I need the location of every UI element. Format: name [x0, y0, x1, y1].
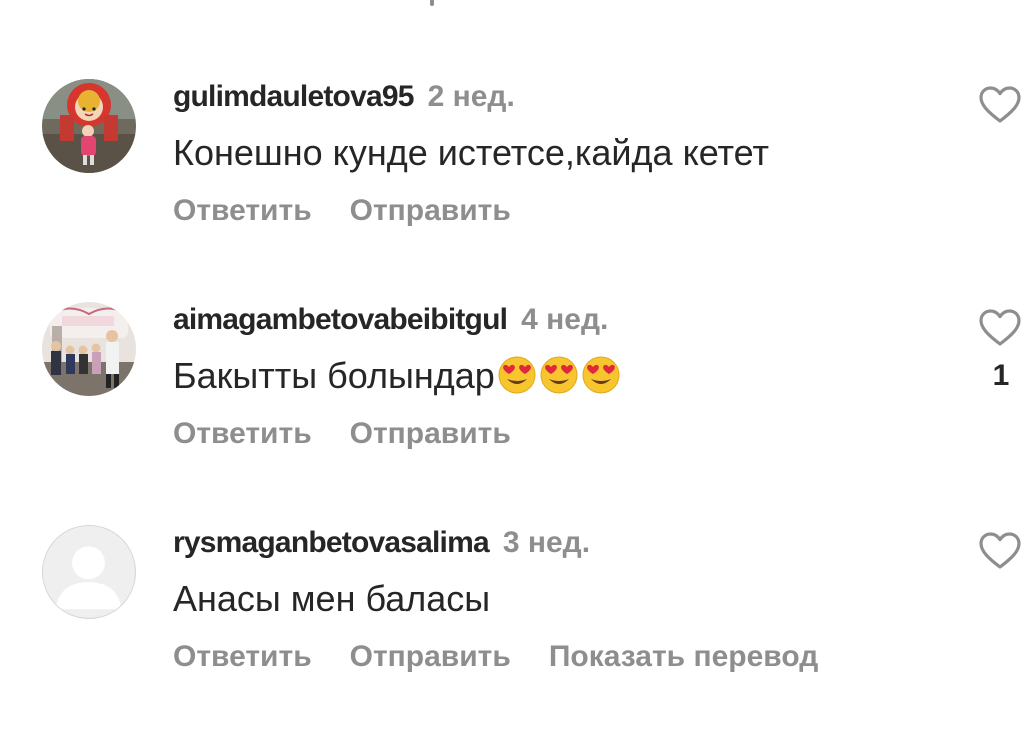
comment-header: aimagambetovabeibitgul 4 нед. [173, 300, 608, 340]
timestamp: 3 нед. [502, 526, 591, 559]
comment-actions: Ответить Отправить [173, 191, 549, 231]
comment-text: Конешно кунде истетсе,кайда кетет [173, 132, 769, 173]
avatar[interactable] [42, 525, 136, 619]
comment-text: Бакытты болындар [173, 354, 621, 398]
send-button[interactable]: Отправить [350, 417, 511, 450]
comments-list: gulimdauletova95 2 нед. Конешно кунде ист… [0, 0, 1033, 730]
heart-icon[interactable] [978, 85, 1022, 125]
send-button[interactable]: Отправить [350, 640, 511, 673]
heart-eyes-emoji [539, 355, 579, 395]
comment-actions: Ответить Отправить [173, 414, 549, 454]
heart-eyes-emoji [497, 355, 537, 395]
reply-button[interactable]: Ответить [173, 417, 312, 450]
avatar[interactable] [42, 302, 136, 396]
comment-actions: Ответить Отправить Показать перевод [173, 637, 856, 677]
heart-eyes-emoji [581, 355, 621, 395]
username[interactable]: rysmaganbetovasalima [173, 526, 490, 559]
send-button[interactable]: Отправить [350, 194, 511, 227]
heart-icon[interactable] [978, 531, 1022, 571]
heart-icon[interactable] [978, 308, 1022, 348]
username[interactable]: aimagambetovabeibitgul [173, 303, 508, 336]
comment-item: aimagambetovabeibitgul 4 нед. Бакытты бол… [0, 302, 1033, 472]
timestamp: 4 нед. [521, 303, 609, 336]
like-count: 1 [992, 359, 1010, 392]
top-edge-fragment [430, 0, 434, 6]
reply-button[interactable]: Ответить [173, 640, 312, 673]
comment-text-content: Бакытты болындар [173, 355, 495, 396]
comment-item: gulimdauletova95 2 нед. Конешно кунде ист… [0, 79, 1033, 249]
timestamp: 2 нед. [427, 80, 515, 113]
reply-button[interactable]: Ответить [173, 194, 312, 227]
comment-header: gulimdauletova95 2 нед. [173, 77, 515, 117]
comment-header: rysmaganbetovasalima 3 нед. [173, 523, 590, 563]
username[interactable]: gulimdauletova95 [173, 80, 414, 113]
avatar[interactable] [42, 79, 136, 173]
comment-text: Анасы мен баласы [173, 578, 491, 619]
show-translation-button[interactable]: Показать перевод [549, 640, 818, 673]
comment-item: rysmaganbetovasalima 3 нед. Анасы мен бал… [0, 525, 1033, 695]
